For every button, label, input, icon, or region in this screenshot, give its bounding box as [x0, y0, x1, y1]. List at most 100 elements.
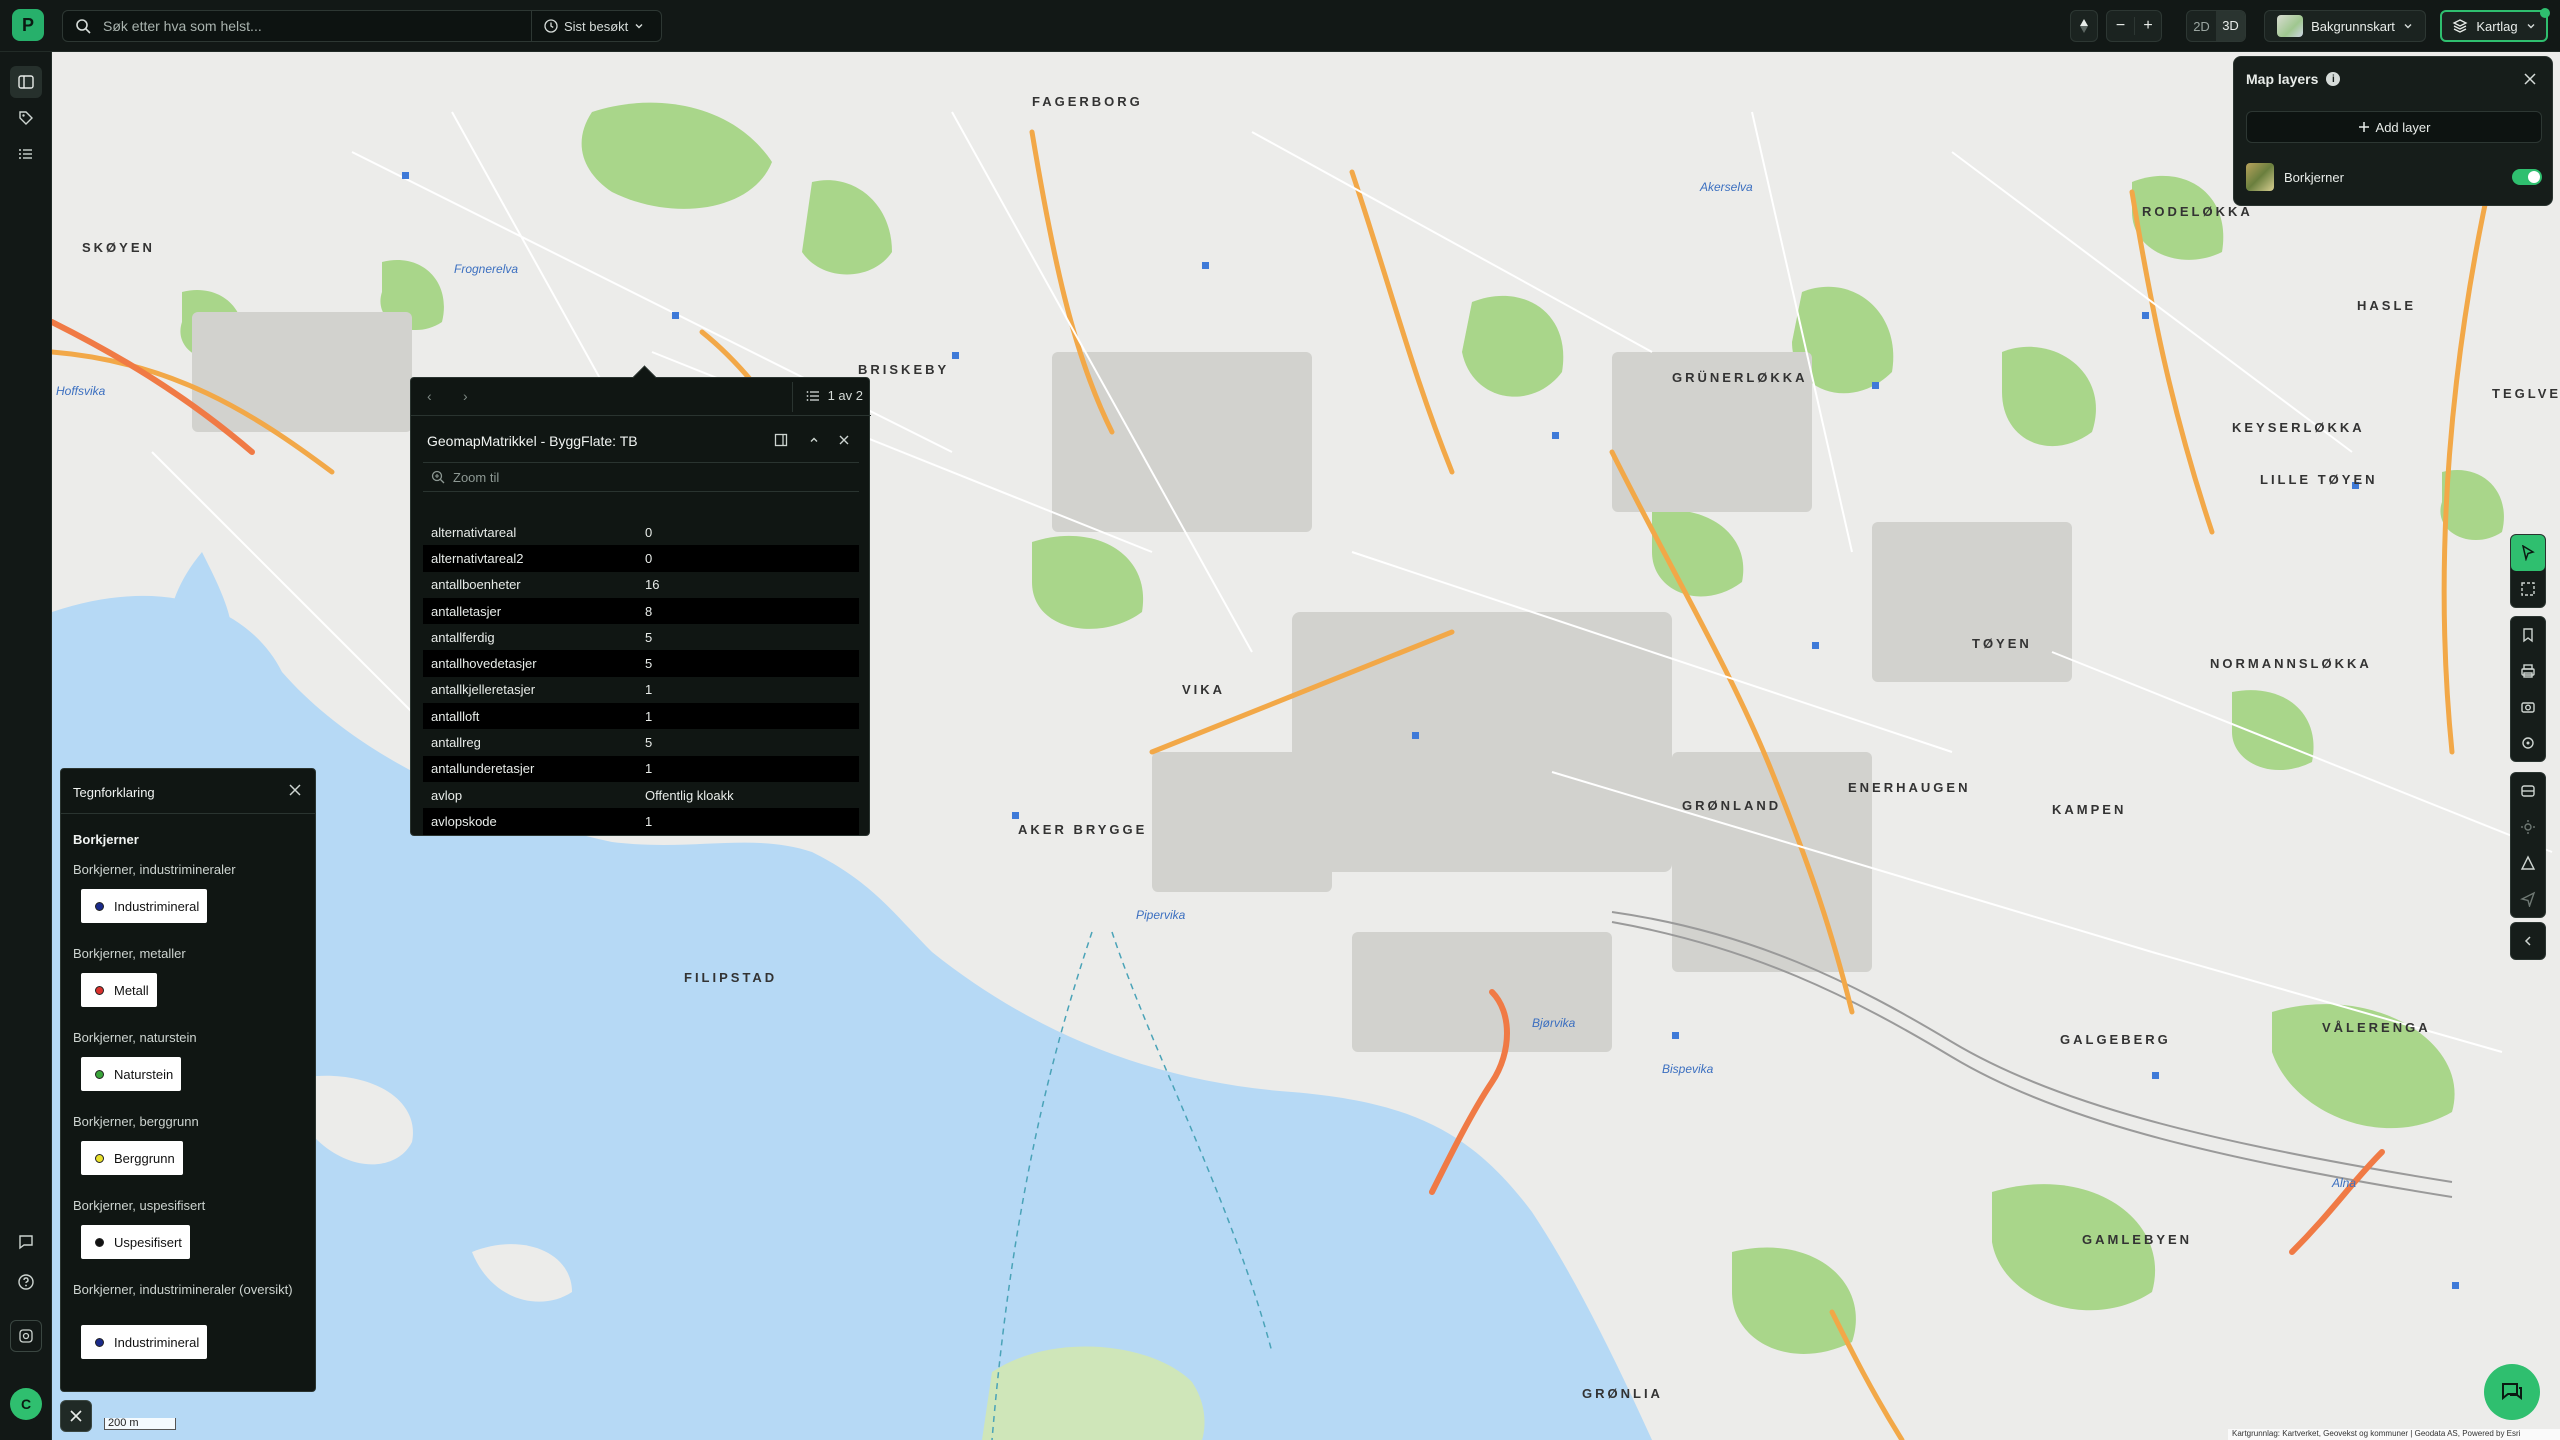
- user-avatar[interactable]: C: [10, 1388, 42, 1420]
- attribute-table: alternativtareal 0 alternativtareal2 0 ant…: [423, 519, 859, 835]
- legend-item-label: Uspesifisert: [114, 1234, 182, 1250]
- table-row: antallferdig 5: [423, 624, 859, 651]
- attribute-key: antallboenheter: [423, 571, 637, 598]
- print-button[interactable]: [2511, 653, 2545, 689]
- legend-swatch: [95, 901, 104, 911]
- compass-button[interactable]: [2070, 10, 2098, 42]
- sun-button[interactable]: [2511, 809, 2545, 845]
- database-button[interactable]: [2511, 773, 2545, 809]
- close-icon: [70, 1410, 82, 1422]
- place-label: TEGLVERKET: [2492, 386, 2560, 401]
- close-icon: [839, 435, 849, 445]
- zoom-out-button[interactable]: −: [2107, 17, 2134, 35]
- close-layers-button[interactable]: [2520, 69, 2540, 89]
- bookmark-button[interactable]: [2511, 617, 2545, 653]
- app-logo[interactable]: P: [12, 9, 44, 41]
- add-layer-button[interactable]: Add layer: [2246, 111, 2542, 143]
- legend-section-title: Borkjerner, industrimineraler (oversikt): [73, 1282, 293, 1297]
- search-input[interactable]: [101, 17, 531, 35]
- place-label: GRÜNERLØKKA: [1672, 370, 1808, 385]
- table-row: antallunderetasjer 1: [423, 755, 859, 782]
- add-layer-label: Add layer: [2375, 119, 2431, 135]
- place-label: KEYSERLØKKA: [2232, 420, 2365, 435]
- legend-swatch: [95, 985, 104, 995]
- zoom-controls: − +: [2106, 10, 2162, 42]
- attribute-value: 5: [637, 624, 859, 651]
- compass-icon: [2080, 19, 2088, 33]
- dock-button[interactable]: [771, 430, 791, 450]
- box-select-icon: [2521, 582, 2535, 596]
- attribute-key: antallferdig: [423, 624, 637, 651]
- locate-button[interactable]: [2511, 725, 2545, 761]
- close-popup-button[interactable]: [834, 430, 854, 450]
- chevron-right-icon[interactable]: ›: [463, 388, 468, 404]
- attribute-key: alternativtareal2: [423, 545, 637, 572]
- measure-button[interactable]: [2511, 845, 2545, 881]
- zoom-to-label: Zoom til: [453, 469, 500, 485]
- zoom-to-button[interactable]: Zoom til: [423, 462, 859, 492]
- legend-swatch: [95, 1337, 104, 1347]
- place-label: ENERHAUGEN: [1848, 780, 1971, 795]
- tags-button[interactable]: [10, 102, 42, 134]
- layers-button[interactable]: Kartlag: [2440, 8, 2550, 42]
- map-attribution: Kartgrunnlag: Kartverket, Geovekst og ko…: [2228, 1429, 2560, 1440]
- search-bar[interactable]: Sist besøkt: [62, 10, 662, 42]
- feedback-button[interactable]: [10, 1226, 42, 1258]
- table-row: antallboenheter 16: [423, 571, 859, 598]
- select-tool-button[interactable]: [2511, 535, 2545, 571]
- close-panels-button[interactable]: [60, 1400, 92, 1432]
- legend-section-title: Borkjerner, uspesifisert: [73, 1198, 206, 1213]
- close-legend-button[interactable]: [289, 783, 301, 799]
- collapse-toolbar-button[interactable]: [2511, 923, 2545, 959]
- help-button[interactable]: [10, 1266, 42, 1298]
- legend-item: Metall: [81, 973, 157, 1007]
- legend-item: Uspesifisert: [81, 1225, 190, 1259]
- recent-dropdown[interactable]: Sist besøkt: [531, 11, 661, 41]
- map-layers-panel: Map layers i Add layer Borkjerner: [2233, 56, 2553, 206]
- water-label: Akerselva: [1700, 180, 1753, 194]
- mode-2d-button[interactable]: 2D: [2187, 19, 2216, 34]
- list-button[interactable]: [10, 138, 42, 170]
- divider: [792, 382, 793, 412]
- mode-3d-button[interactable]: 3D: [2216, 11, 2245, 41]
- recent-label: Sist besøkt: [564, 18, 629, 34]
- legend-swatch: [95, 1069, 104, 1079]
- legend-item-label: Berggrunn: [114, 1150, 175, 1166]
- box-select-button[interactable]: [2511, 571, 2545, 607]
- attribute-key: antalletasjer: [423, 597, 637, 625]
- chevron-left-icon[interactable]: ‹: [427, 388, 432, 404]
- settings-button[interactable]: [10, 1320, 42, 1352]
- selection-tools: [2510, 534, 2546, 608]
- navigate-button[interactable]: [2511, 881, 2545, 917]
- layer-visibility-toggle[interactable]: [2512, 169, 2542, 185]
- place-label: GRØNLIA: [1582, 1386, 1663, 1401]
- crosshair-icon: [2522, 737, 2534, 749]
- place-label: NORMANNSLØKKA: [2210, 656, 2372, 671]
- legend-section-title: Borkjerner, berggrunn: [73, 1114, 199, 1129]
- layer-item[interactable]: Borkjerner: [2246, 161, 2542, 193]
- legend-item-label: Naturstein: [114, 1066, 174, 1082]
- info-icon[interactable]: i: [2326, 72, 2341, 86]
- table-row: alternativtareal 0: [423, 519, 859, 546]
- plus-icon: [2358, 122, 2369, 132]
- support-chat-button[interactable]: [2484, 1364, 2540, 1420]
- attribute-value: 1: [637, 676, 859, 704]
- top-bar: P Sist besøkt − + 2D 3D Bakgrunnskart Ka…: [0, 0, 2560, 52]
- legend-section-title: Borkjerner, naturstein: [73, 1030, 197, 1045]
- attribute-key: antallunderetasjer: [423, 755, 637, 782]
- collapse-popup-button[interactable]: [804, 430, 824, 450]
- legend-group-title: Borkjerner: [73, 832, 139, 847]
- attribute-key: antallloft: [423, 703, 637, 730]
- screenshot-button[interactable]: [2511, 689, 2545, 725]
- place-label: VIKA: [1182, 682, 1226, 697]
- notification-badge: [2540, 8, 2550, 18]
- basemap-selector[interactable]: Bakgrunnskart: [2264, 10, 2426, 42]
- chevron-down-icon: [635, 24, 643, 29]
- chevron-down-icon: [2527, 24, 2535, 29]
- water-label: Hoffsvika: [56, 384, 106, 398]
- map-view-button[interactable]: [10, 66, 42, 98]
- place-label: GALGEBERG: [2060, 1032, 2171, 1047]
- zoom-in-button[interactable]: +: [2133, 17, 2161, 35]
- scale-bar: 200 m: [104, 1418, 176, 1430]
- popup-counter[interactable]: 1 av 2: [806, 388, 863, 403]
